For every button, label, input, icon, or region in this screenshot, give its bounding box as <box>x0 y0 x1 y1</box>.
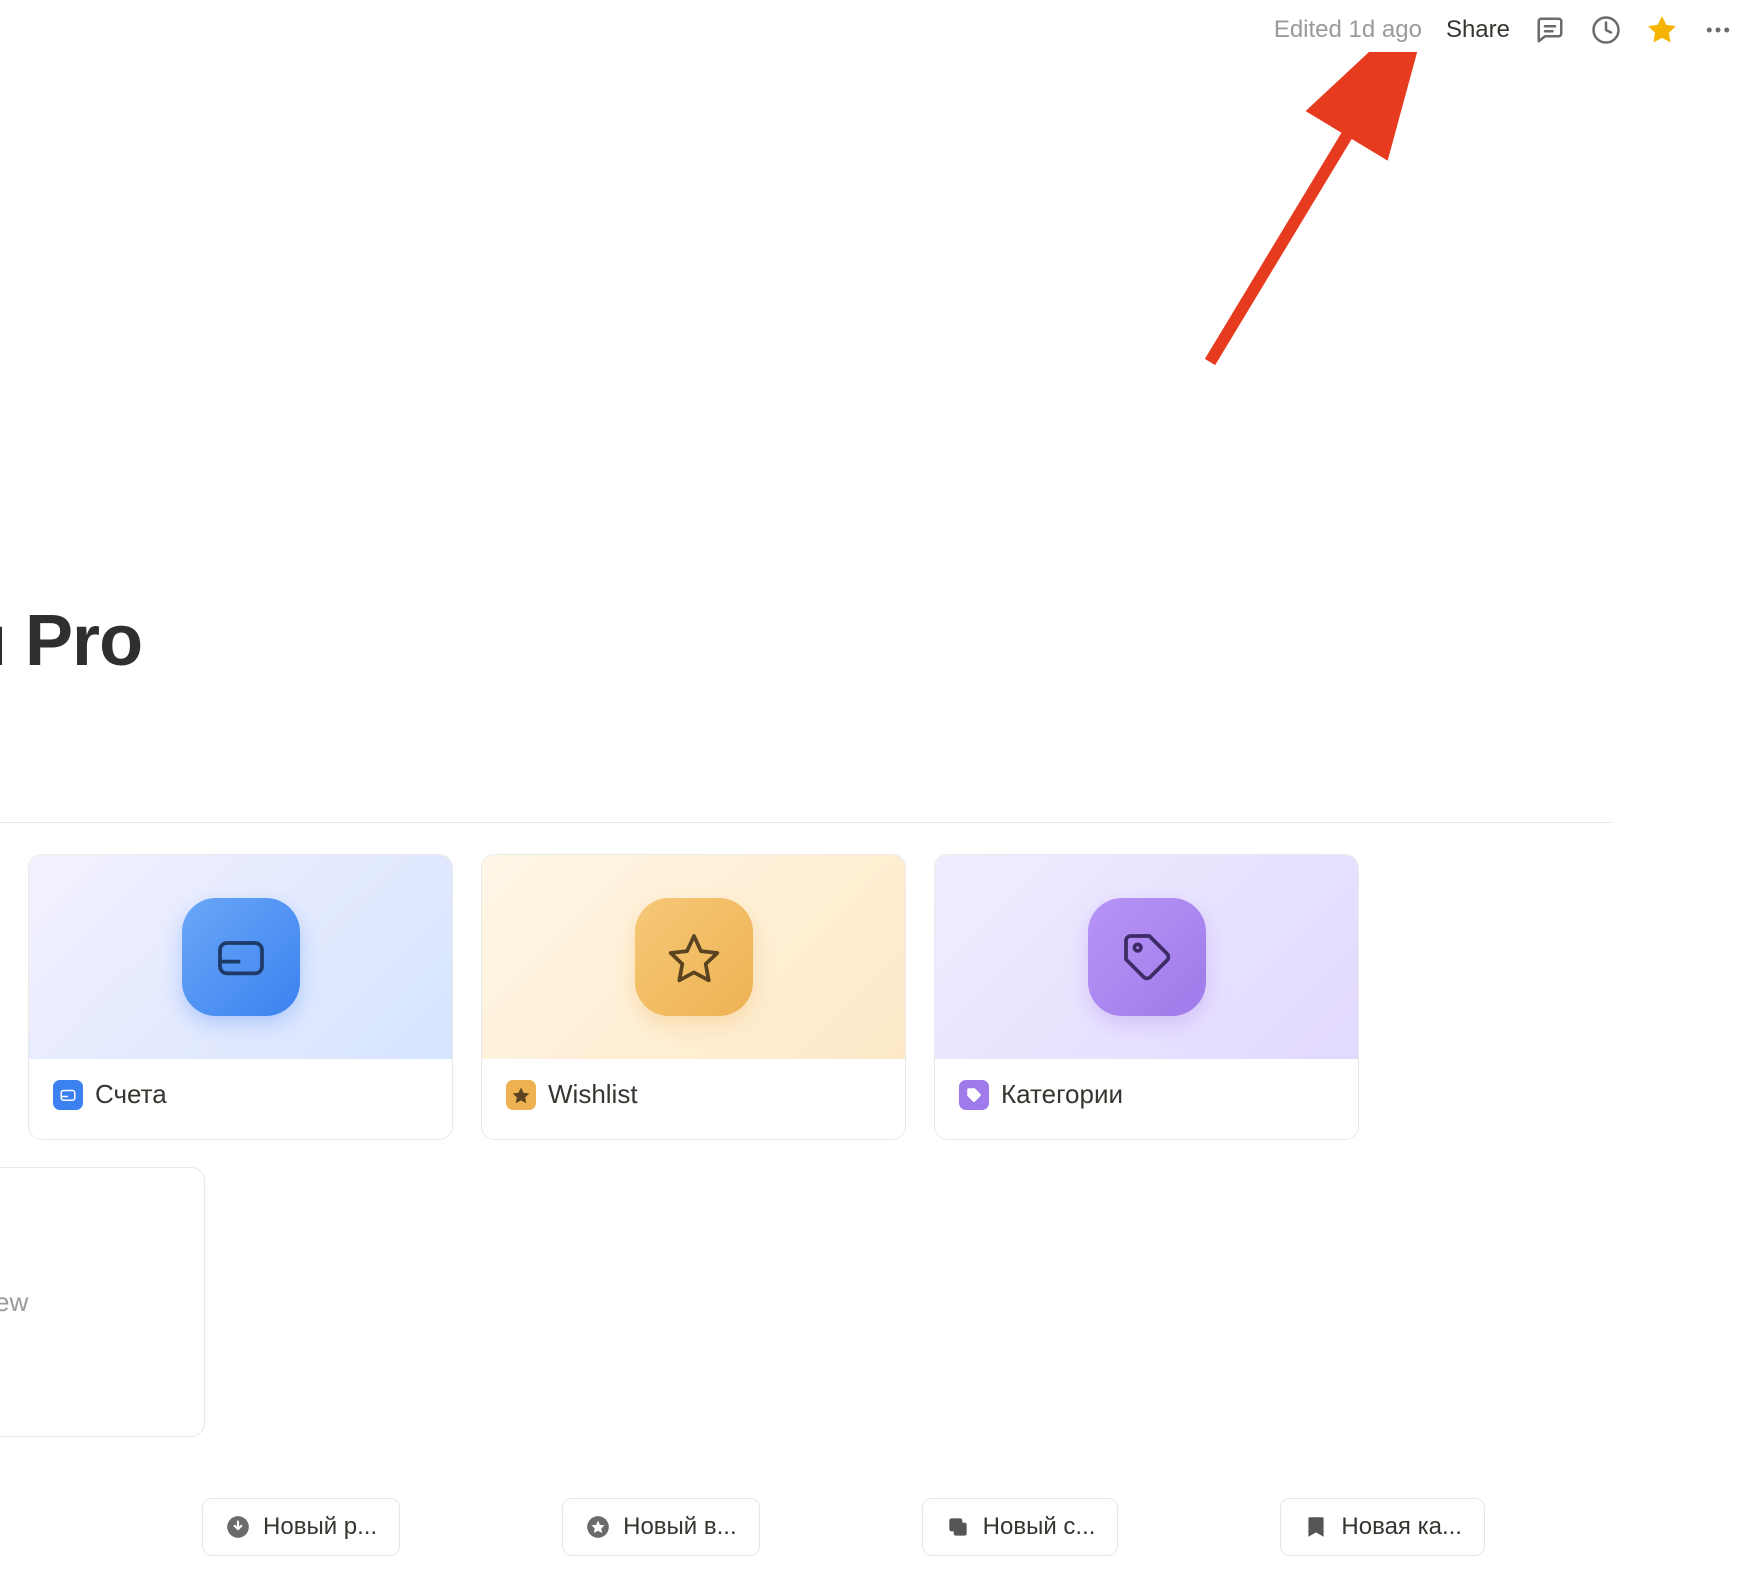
history-icon[interactable] <box>1590 14 1622 46</box>
card-wishlist[interactable]: Wishlist <box>481 854 906 1140</box>
star-icon <box>635 898 753 1016</box>
action-label: Новый в... <box>623 1513 737 1541</box>
new-entry-button-2[interactable]: Новый с... <box>922 1498 1119 1556</box>
tag-icon <box>959 1080 989 1110</box>
cards-row: Счета Wishlist Категории <box>0 854 1359 1140</box>
share-button[interactable]: Share <box>1446 16 1510 44</box>
action-label: Новый р... <box>263 1513 377 1541</box>
card-label-row: Категории <box>935 1059 1358 1130</box>
page-title: ансами Pro <box>0 600 142 682</box>
card-cover <box>482 855 905 1059</box>
download-circle-icon <box>225 1514 251 1540</box>
card-label-row: Счета <box>29 1059 452 1130</box>
new-entry-button-0[interactable]: Новый р... <box>202 1498 400 1556</box>
bookmark-icon <box>1303 1514 1329 1540</box>
card-icon <box>53 1080 83 1110</box>
annotation-arrow <box>1190 52 1430 382</box>
action-label: Новая ка... <box>1341 1513 1462 1541</box>
new-entry-button-3[interactable]: Новая ка... <box>1280 1498 1485 1556</box>
card-cover <box>935 855 1358 1059</box>
edited-timestamp: Edited 1d ago <box>1274 16 1422 44</box>
action-label: Новый с... <box>983 1513 1096 1541</box>
new-entry-button-1[interactable]: Новый в... <box>562 1498 760 1556</box>
topbar: Edited 1d ago Share <box>0 0 1752 60</box>
card-empty-label: ew <box>0 1287 28 1318</box>
card-label: Категории <box>1001 1079 1123 1110</box>
star-icon <box>506 1080 536 1110</box>
tag-icon <box>1088 898 1206 1016</box>
star-filled-icon <box>585 1514 611 1540</box>
copy-icon <box>945 1514 971 1540</box>
card-empty[interactable]: ew <box>0 1167 205 1437</box>
card-cover <box>29 855 452 1059</box>
card-label-row: Wishlist <box>482 1059 905 1130</box>
card-accounts[interactable]: Счета <box>28 854 453 1140</box>
card-label: Wishlist <box>548 1079 638 1110</box>
card-categories[interactable]: Категории <box>934 854 1359 1140</box>
more-icon[interactable] <box>1702 14 1734 46</box>
section-divider <box>0 822 1612 823</box>
card-icon <box>182 898 300 1016</box>
favorite-star-icon[interactable] <box>1646 14 1678 46</box>
comments-icon[interactable] <box>1534 14 1566 46</box>
action-row: Новый р... Новый в... Новый с... Новая к… <box>0 1498 1752 1556</box>
card-label: Счета <box>95 1079 167 1110</box>
